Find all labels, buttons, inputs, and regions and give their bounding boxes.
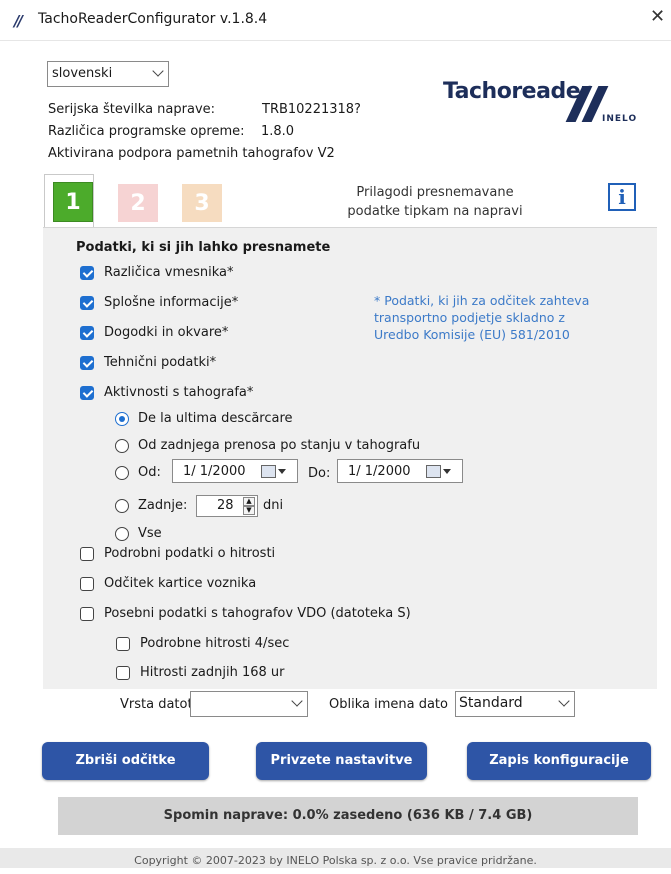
serial-label: Serijska številka naprave: <box>48 102 216 117</box>
info-icon[interactable]: i <box>608 183 636 211</box>
tab-2[interactable]: 2 <box>118 184 158 222</box>
tab-3[interactable]: 3 <box>182 184 222 222</box>
file-name-value: Standard <box>459 695 523 711</box>
dropdown-arrow-icon <box>443 469 451 474</box>
calendar-icon <box>261 465 276 478</box>
radio-since-last-download[interactable] <box>115 412 129 426</box>
default-settings-button[interactable]: Privzete nastavitve <box>256 742 427 780</box>
note-line: Uredbo Komisije (EU) 581/2010 <box>374 327 570 342</box>
language-select-value: slovenski <box>52 66 113 81</box>
file-type-select[interactable] <box>190 691 308 717</box>
chevron-down-icon <box>291 695 303 707</box>
chevron-down-icon <box>152 65 164 77</box>
calendar-icon <box>426 465 441 478</box>
checkbox-label: Hitrosti zadnjih 168 ur <box>140 665 285 680</box>
serial-value: TRB10221318? <box>262 102 361 117</box>
radio-label: Od zadnjega prenosa po stanju v tahograf… <box>138 438 421 453</box>
close-icon[interactable]: ✕ <box>650 6 665 27</box>
language-select[interactable]: slovenski <box>47 61 169 87</box>
checkbox-label: Podrobne hitrosti 4/sec <box>140 636 290 651</box>
required-data-note: * Podatki, ki jih za odčitek zahteva tra… <box>374 292 634 343</box>
software-label: Različica programske opreme: <box>48 124 245 139</box>
from-date-value: 1/ 1/2000 <box>183 464 246 479</box>
radio-last-days[interactable] <box>115 499 129 513</box>
checkbox-speed-4sec[interactable] <box>116 637 130 651</box>
inelo-logo: INELO <box>602 114 638 124</box>
checkbox-label: Odčitek kartice voznika <box>104 576 257 591</box>
copyright-footer: Copyright © 2007-2023 by INELO Polska sp… <box>0 848 671 868</box>
to-label: Do: <box>308 466 331 481</box>
tachoreader-logo: Tachoreader <box>443 79 591 104</box>
checkbox-driver-card[interactable] <box>80 577 94 591</box>
spinner-up-icon[interactable]: ▲ <box>243 497 255 506</box>
checkbox-general-info[interactable] <box>80 296 94 310</box>
chevron-down-icon <box>558 695 570 707</box>
window-title: TachoReaderConfigurator v.1.8.4 <box>38 11 268 27</box>
tab-caption-line1: Prilagodi presnemavane <box>356 185 514 200</box>
radio-all[interactable] <box>115 527 129 541</box>
spinner-down-icon[interactable]: ▼ <box>243 506 255 515</box>
checkbox-label: Podrobni podatki o hitrosti <box>104 546 276 561</box>
checkbox-vdo-special[interactable] <box>80 607 94 621</box>
checkbox-detailed-speed[interactable] <box>80 547 94 561</box>
tab-caption: Prilagodi presnemavane podatke tipkam na… <box>330 183 540 221</box>
write-config-button[interactable]: Zapis konfiguracije <box>467 742 651 780</box>
file-name-select[interactable]: Standard <box>455 691 575 717</box>
from-date-picker[interactable]: 1/ 1/2000 <box>172 459 298 483</box>
checkbox-label: Tehnični podatki* <box>104 355 217 370</box>
radio-label: Vse <box>138 526 162 541</box>
file-name-label: Oblika imena dato <box>329 697 448 712</box>
radio-label: Zadnje: <box>138 498 188 513</box>
radio-label: Od: <box>138 465 161 480</box>
delete-readings-button[interactable]: Zbriši odčitke <box>42 742 209 780</box>
checkbox-label: Aktivnosti s tahografa* <box>104 385 254 400</box>
checkbox-interface-version[interactable] <box>80 266 94 280</box>
checkbox-label: Dogodki in okvare* <box>104 325 229 340</box>
note-line: transportno podjetje skladno z <box>374 310 565 325</box>
to-date-value: 1/ 1/2000 <box>348 464 411 479</box>
checkbox-speed-168h[interactable] <box>116 666 130 680</box>
software-value: 1.8.0 <box>261 124 295 139</box>
checkbox-label: Splošne informacije* <box>104 295 239 310</box>
checkbox-activities[interactable] <box>80 386 94 400</box>
section-title: Podatki, ki si jih lahko presnamete <box>76 240 331 255</box>
checkbox-technical-data[interactable] <box>80 356 94 370</box>
to-date-picker[interactable]: 1/ 1/2000 <box>337 459 463 483</box>
tab-caption-line2: podatke tipkam na napravi <box>347 204 523 219</box>
days-spinner[interactable]: 28 ▲ ▼ <box>196 495 258 517</box>
checkbox-label: Različica vmesnika* <box>104 265 234 280</box>
dropdown-arrow-icon <box>278 469 286 474</box>
tab-1[interactable]: 1 <box>53 182 93 222</box>
device-memory-status: Spomin naprave: 0.0% zasedeno (636 KB / … <box>58 797 638 835</box>
days-label: dni <box>263 498 284 513</box>
checkbox-label: Posebni podatki s tahografov VDO (datote… <box>104 606 411 621</box>
activated-support: Aktivirana podpora pametnih tahografov V… <box>48 146 335 161</box>
radio-label: De la ultima descărcare <box>138 411 293 426</box>
radio-since-last-transfer[interactable] <box>115 439 129 453</box>
note-line: * Podatki, ki jih za odčitek zahteva <box>374 293 590 308</box>
radio-date-range[interactable] <box>115 466 129 480</box>
app-icon: // <box>14 12 23 30</box>
days-value: 28 <box>217 498 234 513</box>
checkbox-events-faults[interactable] <box>80 326 94 340</box>
